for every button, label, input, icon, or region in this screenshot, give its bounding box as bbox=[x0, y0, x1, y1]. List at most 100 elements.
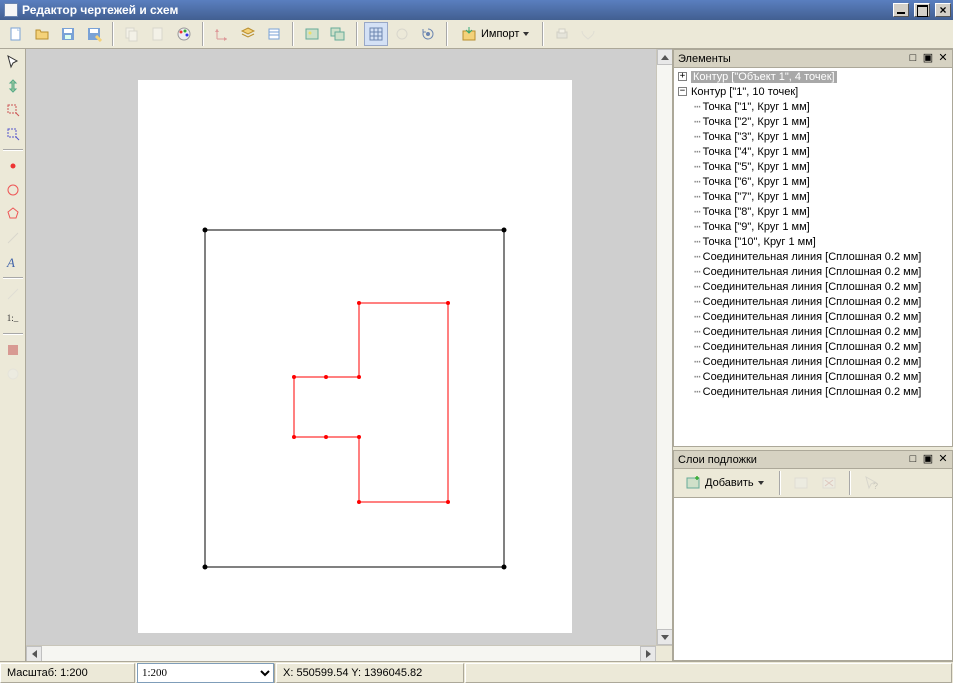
add-layer-dropdown[interactable]: Добавить bbox=[678, 471, 771, 495]
point-tool[interactable] bbox=[2, 155, 24, 177]
expand-icon[interactable]: + bbox=[678, 72, 687, 81]
tree-row[interactable]: ⋯Соединительная линия [Сплошная 0.2 мм] bbox=[674, 294, 952, 309]
tree-row[interactable]: ⋯Соединительная линия [Сплошная 0.2 мм] bbox=[674, 279, 952, 294]
tree-row[interactable]: ⋯Точка ["2", Круг 1 мм] bbox=[674, 114, 952, 129]
new-file-button[interactable] bbox=[4, 22, 28, 46]
drawing-svg bbox=[138, 80, 572, 633]
grid-button[interactable] bbox=[364, 22, 388, 46]
tree-row[interactable]: ⋯Точка ["10", Круг 1 мм] bbox=[674, 234, 952, 249]
tree-row[interactable]: + Контур ["Объект 1", 4 точек] bbox=[674, 69, 952, 84]
tree-row[interactable]: ⋯Соединительная линия [Сплошная 0.2 мм] bbox=[674, 354, 952, 369]
tree-label: Соединительная линия [Сплошная 0.2 мм] bbox=[703, 296, 922, 308]
canvas-wrap bbox=[26, 49, 672, 661]
panel-close-button[interactable]: ✕ bbox=[936, 453, 950, 467]
separator bbox=[202, 22, 204, 46]
scroll-up-button[interactable] bbox=[657, 49, 673, 65]
palette-button[interactable] bbox=[172, 22, 196, 46]
scroll-down-button[interactable] bbox=[657, 629, 673, 645]
tree-row[interactable]: ⋯Точка ["3", Круг 1 мм] bbox=[674, 129, 952, 144]
panel-close-button[interactable]: ✕ bbox=[936, 52, 950, 66]
tree-row[interactable]: ⋯Точка ["8", Круг 1 мм] bbox=[674, 204, 952, 219]
copy-button[interactable] bbox=[120, 22, 144, 46]
tree-row[interactable]: ⋯Точка ["9", Круг 1 мм] bbox=[674, 219, 952, 234]
zoom-region-tool[interactable] bbox=[2, 123, 24, 145]
minimize-button[interactable] bbox=[893, 3, 909, 17]
properties-button[interactable] bbox=[262, 22, 286, 46]
collapse-icon[interactable]: − bbox=[678, 87, 687, 96]
image-button[interactable] bbox=[300, 22, 324, 46]
tree-label: Соединительная линия [Сплошная 0.2 мм] bbox=[703, 311, 922, 323]
select-tool[interactable] bbox=[2, 51, 24, 73]
scale-tool[interactable]: 1:_ bbox=[2, 307, 24, 329]
preview-button[interactable] bbox=[576, 22, 600, 46]
tree-row[interactable]: ⋯Соединительная линия [Сплошная 0.2 мм] bbox=[674, 369, 952, 384]
open-file-button[interactable] bbox=[30, 22, 54, 46]
scroll-left-button[interactable] bbox=[26, 646, 42, 662]
import-label: Импорт bbox=[481, 28, 519, 40]
erase-tool[interactable] bbox=[2, 363, 24, 385]
paste-button[interactable] bbox=[146, 22, 170, 46]
tree-row[interactable]: ⋯Соединительная линия [Сплошная 0.2 мм] bbox=[674, 264, 952, 279]
status-bar: Масштаб: 1:200 1:200 X: 550599.54 Y: 139… bbox=[0, 661, 953, 683]
close-button[interactable]: × bbox=[935, 3, 951, 17]
axes-button[interactable] bbox=[210, 22, 234, 46]
tree-leaf-icon: ⋯ bbox=[694, 251, 701, 262]
print-button[interactable] bbox=[550, 22, 574, 46]
separator bbox=[112, 22, 114, 46]
layer-help-button[interactable]: ? bbox=[859, 471, 883, 495]
refresh-button[interactable] bbox=[416, 22, 440, 46]
horizontal-scrollbar[interactable] bbox=[26, 645, 672, 661]
tree-row[interactable]: ⋯Точка ["7", Круг 1 мм] bbox=[674, 189, 952, 204]
layers-button[interactable] bbox=[236, 22, 260, 46]
zoom-out-tool[interactable] bbox=[2, 99, 24, 121]
tree-label: Соединительная линия [Сплошная 0.2 мм] bbox=[703, 356, 922, 368]
app-icon bbox=[4, 3, 18, 17]
tree-row[interactable]: ⋯Соединительная линия [Сплошная 0.2 мм] bbox=[674, 384, 952, 399]
pan-tool[interactable] bbox=[2, 75, 24, 97]
save-as-button[interactable] bbox=[82, 22, 106, 46]
polygon-tool[interactable] bbox=[2, 203, 24, 225]
tree-row[interactable]: ⋯Точка ["1", Круг 1 мм] bbox=[674, 99, 952, 114]
fill-tool[interactable] bbox=[2, 339, 24, 361]
tree-row[interactable]: ⋯Точка ["5", Круг 1 мм] bbox=[674, 159, 952, 174]
tree-label: Контур ["Объект 1", 4 точек] bbox=[691, 71, 837, 83]
line-tool[interactable] bbox=[2, 227, 24, 249]
layer-edit-button[interactable] bbox=[789, 471, 813, 495]
text-tool[interactable]: A bbox=[2, 251, 24, 273]
maximize-button[interactable] bbox=[914, 3, 930, 17]
scroll-track[interactable] bbox=[657, 65, 672, 629]
save-button[interactable] bbox=[56, 22, 80, 46]
tree-row[interactable]: ⋯Соединительная линия [Сплошная 0.2 мм] bbox=[674, 249, 952, 264]
panel-pin-button[interactable]: ▣ bbox=[921, 453, 935, 467]
scroll-right-button[interactable] bbox=[640, 646, 656, 662]
scroll-track[interactable] bbox=[42, 646, 640, 661]
panel-dock-button[interactable]: □ bbox=[906, 52, 920, 66]
layers-panel: Слои подложки □ ▣ ✕ Добавить ? bbox=[673, 450, 953, 661]
tree-row[interactable]: ⋯Точка ["6", Круг 1 мм] bbox=[674, 174, 952, 189]
scale-select-cell: 1:200 bbox=[136, 663, 275, 683]
multi-image-button[interactable] bbox=[326, 22, 350, 46]
import-dropdown[interactable]: Импорт bbox=[454, 22, 536, 46]
tree-row[interactable]: ⋯Точка ["4", Круг 1 мм] bbox=[674, 144, 952, 159]
snap-button[interactable] bbox=[390, 22, 414, 46]
vertical-scrollbar[interactable] bbox=[656, 49, 672, 645]
panel-dock-button[interactable]: □ bbox=[906, 453, 920, 467]
add-label: Добавить bbox=[705, 477, 754, 489]
scroll-corner bbox=[656, 646, 672, 662]
measure-tool[interactable] bbox=[2, 283, 24, 305]
viewport[interactable] bbox=[26, 49, 656, 645]
tree-row[interactable]: −Контур ["1", 10 точек] bbox=[674, 84, 952, 99]
tree-row[interactable]: ⋯Соединительная линия [Сплошная 0.2 мм] bbox=[674, 324, 952, 339]
elements-tree[interactable]: + Контур ["Объект 1", 4 точек]−Контур ["1… bbox=[674, 68, 952, 446]
tree-row[interactable]: ⋯Соединительная линия [Сплошная 0.2 мм] bbox=[674, 309, 952, 324]
layer-delete-button[interactable] bbox=[817, 471, 841, 495]
tree-row[interactable]: ⋯Соединительная линия [Сплошная 0.2 мм] bbox=[674, 339, 952, 354]
main-area: A 1:_ bbox=[0, 49, 953, 661]
tree-label: Точка ["2", Круг 1 мм] bbox=[703, 116, 810, 128]
tree-leaf-icon: ⋯ bbox=[694, 281, 701, 292]
tree-leaf-icon: ⋯ bbox=[694, 296, 701, 307]
scale-select[interactable]: 1:200 bbox=[137, 663, 274, 683]
tree-leaf-icon: ⋯ bbox=[694, 131, 701, 142]
panel-pin-button[interactable]: ▣ bbox=[921, 52, 935, 66]
circle-tool[interactable] bbox=[2, 179, 24, 201]
